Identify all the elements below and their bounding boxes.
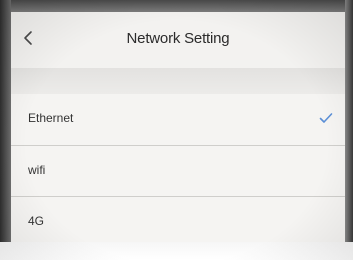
option-row-wifi[interactable]: wifi <box>11 146 345 198</box>
top-bar: Network Setting <box>11 12 345 68</box>
device-photo: Network Setting Ethernet wifi 4G <box>0 0 353 260</box>
option-label-wifi: wifi <box>28 163 46 177</box>
page-title: Network Setting <box>126 30 230 47</box>
device-bezel-left <box>0 0 11 260</box>
device-bezel-bottom <box>0 242 353 260</box>
option-label-4g: 4G <box>28 214 45 228</box>
section-separator <box>11 68 345 94</box>
device-bezel-right <box>345 0 353 260</box>
option-row-ethernet[interactable]: Ethernet <box>11 94 345 146</box>
device-bezel-top <box>0 0 353 12</box>
device-screen: Network Setting Ethernet wifi 4G <box>11 12 345 249</box>
checkmark-icon <box>319 113 333 123</box>
option-label-ethernet: Ethernet <box>28 111 74 125</box>
